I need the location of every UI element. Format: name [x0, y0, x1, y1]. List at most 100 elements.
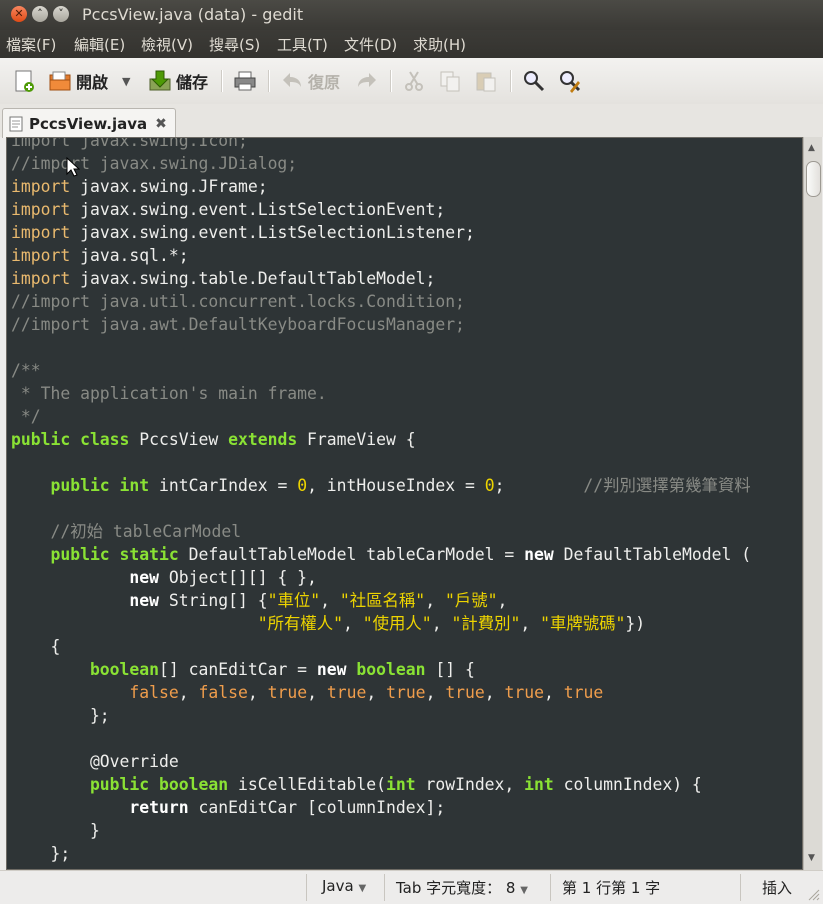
boolean-literal: true	[326, 683, 367, 702]
code-text: java.sql.*;	[70, 246, 189, 265]
boolean-literal: true	[267, 683, 308, 702]
keyword: boolean	[11, 660, 160, 679]
menu-documents[interactable]: 文件(D)	[344, 34, 397, 55]
copy-button[interactable]	[438, 68, 462, 94]
document-tab-bar: PccsView.java ✖	[0, 104, 823, 138]
keyword: new	[11, 591, 160, 610]
keyword: public class	[11, 430, 130, 449]
undo-button[interactable]: 復原	[280, 68, 340, 94]
keyword: new	[11, 568, 160, 587]
status-separator	[306, 874, 307, 901]
code-text: String[] {	[159, 591, 268, 610]
new-document-button[interactable]	[12, 68, 36, 94]
close-window-button[interactable]: ✕	[11, 6, 27, 22]
toolbar-separator	[268, 70, 270, 92]
tab-pccsview-java[interactable]: PccsView.java ✖	[2, 108, 176, 138]
cut-button[interactable]	[402, 68, 426, 94]
menu-search[interactable]: 搜尋(S)	[209, 34, 260, 55]
code-text: ,	[178, 683, 199, 702]
status-separator	[740, 874, 741, 901]
code-text: };	[11, 844, 71, 863]
code-text: ,	[520, 614, 541, 633]
find-button[interactable]	[522, 68, 546, 94]
open-label: 開啟	[76, 73, 109, 92]
code-text: }	[11, 821, 100, 840]
minimize-window-button[interactable]: ˄	[32, 6, 48, 22]
code-text: javax.swing.JFrame;	[70, 177, 268, 196]
code-text: PccsView	[129, 430, 229, 449]
comment: /**	[11, 361, 41, 380]
maximize-window-button[interactable]: ˅	[53, 6, 69, 22]
close-tab-icon[interactable]: ✖	[155, 116, 167, 132]
menu-bar: 檔案(F) 編輯(E) 檢視(V) 搜尋(S) 工具(T) 文件(D) 求助(H…	[0, 30, 823, 58]
copy-icon	[440, 71, 460, 92]
boolean-literal: false	[129, 683, 179, 702]
string-literal: "使用人"	[362, 614, 432, 633]
print-button[interactable]	[233, 68, 257, 94]
code-text: columnIndex) {	[553, 775, 702, 794]
string-literal: "車位"	[267, 591, 321, 610]
number-literal: 0	[297, 476, 308, 495]
code-text: DefaultTableModel (	[553, 545, 752, 564]
save-button[interactable]: 儲存	[148, 68, 208, 94]
code-text: canEditCar [columnIndex];	[188, 798, 446, 817]
toolbar-separator	[510, 70, 512, 92]
find-replace-button[interactable]	[558, 68, 582, 94]
insert-mode: 插入	[762, 879, 793, 897]
menu-help[interactable]: 求助(H)	[413, 34, 466, 55]
keyword: new	[316, 660, 347, 679]
tab-width-selector[interactable]: Tab 字元寬度： 8 ▼	[396, 877, 528, 898]
code-text: ,	[247, 683, 268, 702]
open-button[interactable]: 開啟	[48, 68, 108, 94]
save-label: 儲存	[176, 73, 209, 92]
keyword: extends	[228, 430, 298, 449]
vertical-scrollbar[interactable]: ▲ ▼	[803, 137, 822, 870]
open-folder-icon	[49, 71, 71, 91]
comment: //判別選擇第幾筆資料	[583, 476, 751, 495]
redo-button[interactable]	[355, 68, 379, 94]
paste-button[interactable]	[474, 68, 498, 94]
code-text: Object[][] { },	[159, 568, 317, 587]
status-separator	[550, 874, 551, 901]
code-text: ,	[307, 683, 327, 702]
menu-tools[interactable]: 工具(T)	[277, 34, 328, 55]
language-selector[interactable]: Java ▼	[322, 877, 366, 895]
open-recent-dropdown[interactable]: ▼	[122, 68, 130, 94]
code-text: javax.swing.event.ListSelectionEvent;	[70, 200, 446, 219]
code-text: [] canEditCar =	[159, 660, 317, 679]
scrollbar-thumb[interactable]	[806, 161, 821, 197]
keyword: import	[11, 223, 71, 242]
code-view[interactable]: import javax.swing.Icon; //import javax.…	[11, 138, 752, 865]
save-icon	[149, 70, 171, 91]
number-literal: 0	[484, 476, 495, 495]
keyword: int	[524, 775, 554, 794]
editor-area[interactable]: import javax.swing.Icon; //import javax.…	[6, 137, 803, 870]
string-literal: "車牌號碼"	[540, 614, 626, 633]
keyword: import	[11, 200, 71, 219]
comment: //初始 tableCarModel	[11, 522, 242, 541]
scroll-down-icon[interactable]: ▼	[808, 853, 815, 863]
keyword: import	[11, 177, 71, 196]
code-text: ,	[431, 614, 452, 633]
code-text: FrameView {	[297, 430, 416, 449]
code-text: ,	[484, 683, 505, 702]
menu-edit[interactable]: 編輯(E)	[74, 34, 125, 55]
scroll-up-icon[interactable]: ▲	[808, 143, 815, 153]
string-literal: "所有權人"	[257, 614, 344, 633]
code-text: DefaultTableModel tableCarModel =	[178, 545, 525, 564]
annotation: @Override	[11, 752, 179, 771]
find-replace-icon	[560, 71, 581, 93]
code-text: };	[11, 706, 110, 725]
redo-icon	[358, 73, 376, 87]
menu-view[interactable]: 檢視(V)	[141, 34, 193, 55]
string-literal: "計費別"	[451, 614, 521, 633]
menu-file[interactable]: 檔案(F)	[6, 34, 56, 55]
mouse-cursor-icon	[66, 157, 80, 177]
chevron-down-icon: ▼	[122, 74, 131, 88]
resize-grip-icon[interactable]	[806, 887, 820, 901]
new-document-icon	[15, 70, 34, 92]
keyword: public static	[11, 545, 179, 564]
boolean-literal: true	[504, 683, 545, 702]
